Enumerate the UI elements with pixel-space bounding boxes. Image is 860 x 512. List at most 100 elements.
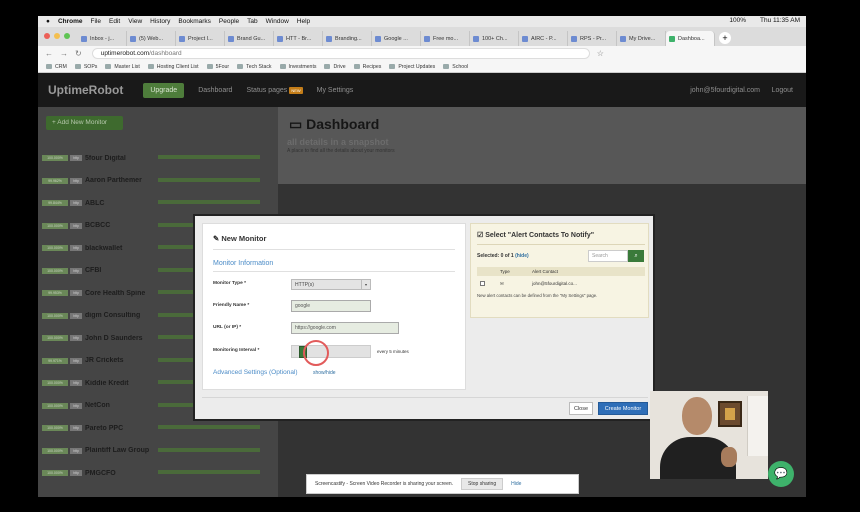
monitor-row[interactable]: 100.000% http Plaintiff Law Group [38,440,278,463]
uptime-badge: 99.962% [42,177,68,184]
monitor-name: JR Crickets [85,357,124,365]
browser-tab[interactable]: Google ... [372,31,421,46]
bookmark-item[interactable]: Master List [105,64,140,70]
nav-dashboard[interactable]: Dashboard [198,87,232,94]
new-tab-button[interactable]: + [719,32,731,44]
browser-tab[interactable]: 100+ Ch... [470,31,519,46]
contact-checkbox[interactable] [480,281,485,286]
menu-bookmarks[interactable]: Bookmarks [178,18,211,25]
cursor-highlight [303,340,329,366]
interval-slider[interactable] [291,340,371,366]
type-badge: http [70,177,82,184]
bookmark-item[interactable]: School [443,64,468,70]
logout-link[interactable]: Logout [772,87,793,94]
star-icon[interactable]: ☆ [597,49,604,58]
type-badge: http [70,425,82,432]
browser-tab[interactable]: Branding... [323,31,372,46]
contact-row[interactable]: ✉ john@5fourdigital.co... [477,278,645,289]
person-head [682,397,712,435]
user-email[interactable]: john@5fourdigital.com [690,87,760,94]
menu-history[interactable]: History [150,18,170,25]
add-new-monitor-button[interactable]: + Add New Monitor [46,116,123,130]
bookmark-item[interactable]: CRM [46,64,67,70]
show-hide-link[interactable]: show/hide [313,370,336,376]
monitor-row[interactable]: 99.844% http ABLC [38,192,278,215]
search-button[interactable]: ⌕ [628,250,644,262]
friendly-name-input[interactable]: google [291,300,371,312]
divider [477,244,645,245]
screen: ● Chrome File Edit View History Bookmark… [38,16,806,497]
monitor-name: ABLC [85,199,105,207]
bookmark-item[interactable]: SOPs [74,64,97,70]
bookmark-item[interactable]: Recipes [353,64,381,70]
bookmark-item[interactable]: Drive [324,64,346,70]
type-badge: http [70,470,82,477]
bookmark-item[interactable]: Hosting Client List [147,64,199,70]
forward-icon[interactable]: → [60,49,68,58]
uptime-bar [158,425,260,429]
contact-search-input[interactable]: Search [588,250,628,262]
bookmark-item[interactable]: Investments [279,64,316,70]
back-icon[interactable]: ← [45,49,53,58]
monitor-type-select[interactable]: HTTP(s) ▾ [291,279,371,290]
col-alert-contact: Alert Contact [532,269,559,274]
app-logo[interactable]: UptimeRobot [48,83,123,97]
interval-text: every 5 minutes [377,349,409,354]
browser-tab-active[interactable]: Dashboa... [666,31,715,46]
col-type: Type [500,269,510,274]
menu-view[interactable]: View [128,18,142,25]
nav-status-pages[interactable]: Status pages NEW [246,86,303,94]
person-hand [721,447,737,467]
browser-tab[interactable]: Free mo... [421,31,470,46]
page-title: ▭ Dashboard [289,116,380,132]
browser-tab[interactable]: AIRC - P... [519,31,568,46]
apple-icon[interactable]: ● [46,18,50,25]
menu-window[interactable]: Window [266,18,289,25]
menu-tab[interactable]: Tab [247,18,257,25]
create-monitor-button[interactable]: Create Monitor [598,402,648,415]
browser-tab[interactable]: Project I... [176,31,225,46]
close-window-icon[interactable] [44,33,50,39]
maximize-window-icon[interactable] [64,33,70,39]
interval-label: Monitoring Interval * [213,348,260,353]
menu-help[interactable]: Help [297,18,310,25]
bookmark-item[interactable]: 5Four [206,64,229,70]
nav-my-settings[interactable]: My Settings [317,87,354,94]
url-input[interactable]: uptimerobot.com/dashboard [91,48,590,59]
bookmark-item[interactable]: Tech Stack [237,64,272,70]
picture-frame [718,401,742,427]
monitor-name: PMGCFO [85,469,116,477]
browser-tab[interactable]: HTT - Br... [274,31,323,46]
monitor-name: John D Saunders [85,334,143,342]
menu-people[interactable]: People [219,18,239,25]
uptime-badge: 100.000% [42,470,68,477]
browser-tab[interactable]: Inbox - j... [78,31,127,46]
browser-tab[interactable]: (5) Web... [127,31,176,46]
monitor-row[interactable]: 99.962% http Aaron Parthemer [38,170,278,193]
reload-icon[interactable]: ↻ [75,49,82,58]
minimize-window-icon[interactable] [54,33,60,39]
hide-link[interactable]: (hide) [515,253,529,259]
monitor-row[interactable]: 100.000% http 5four Digital [38,147,278,170]
browser-tab[interactable]: RPS - Pr... [568,31,617,46]
uptime-badge: 100.000% [42,425,68,432]
browser-tab[interactable]: Brand Gu... [225,31,274,46]
upgrade-button[interactable]: Upgrade [143,82,185,98]
stop-sharing-button[interactable]: Stop sharing [461,478,504,490]
uptime-bar [158,447,260,452]
url-input-field[interactable]: https://google.com [291,322,399,334]
browser-tab[interactable]: My Drive... [617,31,666,46]
close-button[interactable]: Close [569,402,593,415]
menu-edit[interactable]: Edit [109,18,120,25]
advanced-settings-link[interactable]: Advanced Settings (Optional) [213,369,298,376]
monitor-row[interactable]: 100.000% http PMGCFO [38,462,278,485]
uptime-badge: 99.953% [42,290,68,297]
hide-share-bar-button[interactable]: Hide [511,481,521,487]
uptime-badge: 100.000% [42,380,68,387]
chat-bubble-button[interactable]: 💬 [768,461,794,487]
chat-icon: 💬 [774,468,788,480]
menu-chrome[interactable]: Chrome [58,18,83,25]
menu-file[interactable]: File [91,18,101,25]
favicon-icon [522,35,528,42]
bookmark-item[interactable]: Project Updates [389,64,435,70]
